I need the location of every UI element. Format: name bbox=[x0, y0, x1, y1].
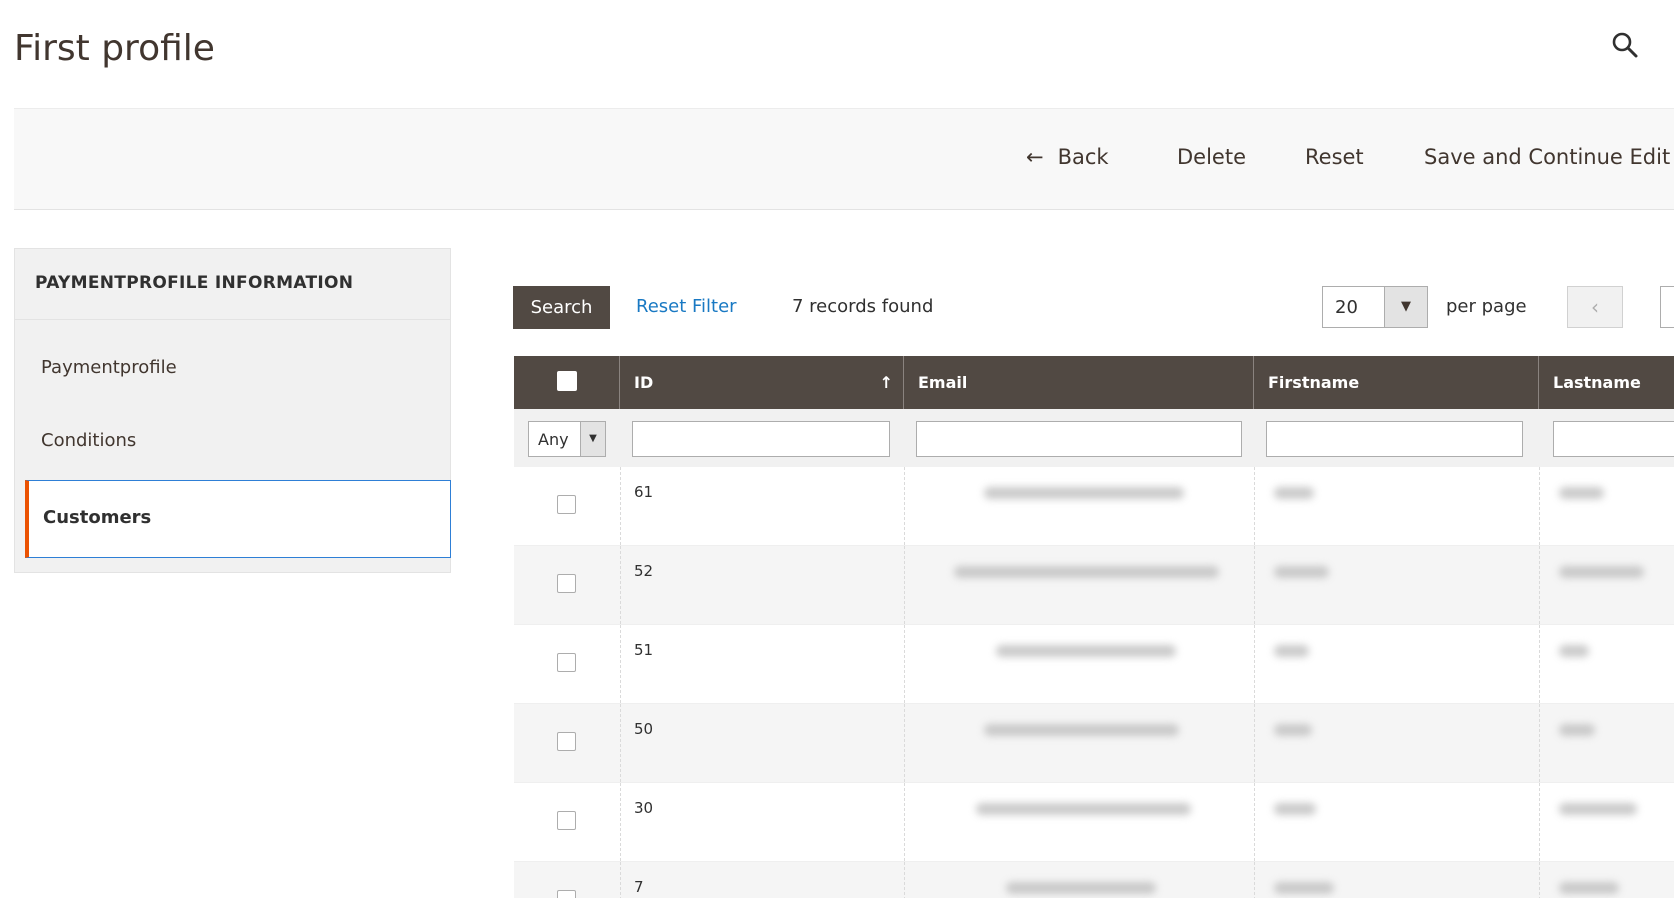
table-row: 51 bbox=[514, 625, 1674, 704]
row-id: 52 bbox=[634, 562, 654, 580]
select-all-column bbox=[514, 356, 620, 409]
blurred-firstname bbox=[1274, 566, 1329, 578]
page-title: First profile bbox=[14, 28, 215, 69]
row-checkbox[interactable] bbox=[557, 732, 576, 751]
prev-page-button[interactable]: ‹ bbox=[1567, 286, 1623, 328]
row-checkbox[interactable] bbox=[557, 653, 576, 672]
sort-arrow-up-icon: ↑ bbox=[879, 373, 893, 392]
grid-rows: 61 52 51 50 30 7 bbox=[514, 467, 1674, 898]
column-header-lastname[interactable]: Lastname bbox=[1539, 356, 1674, 409]
table-row: 61 bbox=[514, 467, 1674, 546]
column-header-id[interactable]: ID ↑ bbox=[620, 356, 904, 409]
caret-down-icon: ▼ bbox=[1384, 287, 1427, 327]
table-row: 7 bbox=[514, 862, 1674, 898]
id-filter-input[interactable] bbox=[632, 421, 890, 457]
records-found-count: 7 records found bbox=[792, 296, 934, 317]
side-tabs-heading: PAYMENTPROFILE INFORMATION bbox=[35, 273, 354, 293]
grid-header-row: ID ↑ Email Firstname Lastname bbox=[514, 356, 1674, 409]
row-id: 61 bbox=[634, 483, 654, 501]
row-checkbox[interactable] bbox=[557, 890, 576, 898]
row-id: 50 bbox=[634, 720, 654, 738]
select-filter-value: Any bbox=[538, 430, 569, 449]
blurred-email bbox=[976, 803, 1191, 815]
back-button[interactable]: ← Back bbox=[1026, 145, 1109, 169]
global-search-button[interactable] bbox=[1610, 30, 1640, 60]
blurred-email bbox=[984, 724, 1179, 736]
search-button[interactable]: Search bbox=[513, 286, 610, 329]
per-page-value: 20 bbox=[1335, 297, 1358, 318]
row-checkbox[interactable] bbox=[557, 811, 576, 830]
blurred-firstname bbox=[1274, 882, 1334, 894]
page-number-input[interactable] bbox=[1660, 286, 1674, 328]
blurred-lastname bbox=[1559, 566, 1644, 578]
row-checkbox[interactable] bbox=[557, 495, 576, 514]
tab-paymentprofile[interactable]: Paymentprofile bbox=[41, 357, 177, 378]
blurred-email bbox=[954, 566, 1219, 578]
blurred-firstname bbox=[1274, 724, 1312, 736]
page-actions-bar: ← Back Delete Reset Save and Continue Edi… bbox=[14, 108, 1674, 210]
search-icon bbox=[1612, 32, 1638, 58]
divider bbox=[15, 319, 450, 320]
table-row: 50 bbox=[514, 704, 1674, 783]
tab-customers[interactable]: Customers bbox=[25, 480, 451, 558]
blurred-lastname bbox=[1559, 645, 1589, 657]
tab-customers-label: Customers bbox=[43, 507, 152, 528]
row-id: 51 bbox=[634, 641, 654, 659]
blurred-lastname bbox=[1559, 487, 1604, 499]
customers-grid: ID ↑ Email Firstname Lastname Any ▼ 61 5… bbox=[514, 356, 1674, 898]
blurred-firstname bbox=[1274, 803, 1316, 815]
reset-button[interactable]: Reset bbox=[1305, 145, 1364, 169]
chevron-left-icon: ‹ bbox=[1591, 295, 1599, 319]
firstname-filter-input[interactable] bbox=[1266, 421, 1523, 457]
blurred-email bbox=[984, 487, 1184, 499]
grid-filter-row: Any ▼ bbox=[514, 409, 1674, 468]
side-tabs-panel: PAYMENTPROFILE INFORMATION Paymentprofil… bbox=[14, 248, 451, 573]
caret-down-icon: ▼ bbox=[580, 422, 605, 456]
per-page-select[interactable]: 20 ▼ bbox=[1322, 286, 1428, 328]
select-filter-dropdown[interactable]: Any ▼ bbox=[528, 421, 606, 457]
select-all-checkbox[interactable] bbox=[557, 371, 577, 391]
per-page-label: per page bbox=[1446, 296, 1527, 317]
reset-filter-link[interactable]: Reset Filter bbox=[636, 296, 737, 317]
column-header-firstname[interactable]: Firstname bbox=[1254, 356, 1539, 409]
blurred-lastname bbox=[1559, 803, 1637, 815]
row-checkbox[interactable] bbox=[557, 574, 576, 593]
blurred-email bbox=[1006, 882, 1156, 894]
row-id: 30 bbox=[634, 799, 654, 817]
tab-conditions[interactable]: Conditions bbox=[41, 430, 136, 451]
column-header-email[interactable]: Email bbox=[904, 356, 1254, 409]
arrow-left-icon: ← bbox=[1026, 145, 1044, 169]
table-row: 52 bbox=[514, 546, 1674, 625]
table-row: 30 bbox=[514, 783, 1674, 862]
blurred-lastname bbox=[1559, 882, 1619, 894]
blurred-email bbox=[996, 645, 1176, 657]
blurred-lastname bbox=[1559, 724, 1595, 736]
row-id: 7 bbox=[634, 878, 644, 896]
email-filter-input[interactable] bbox=[916, 421, 1242, 457]
blurred-firstname bbox=[1274, 487, 1314, 499]
lastname-filter-input[interactable] bbox=[1553, 421, 1674, 457]
save-and-continue-button[interactable]: Save and Continue Edit bbox=[1424, 145, 1670, 169]
blurred-firstname bbox=[1274, 645, 1309, 657]
delete-button[interactable]: Delete bbox=[1177, 145, 1246, 169]
